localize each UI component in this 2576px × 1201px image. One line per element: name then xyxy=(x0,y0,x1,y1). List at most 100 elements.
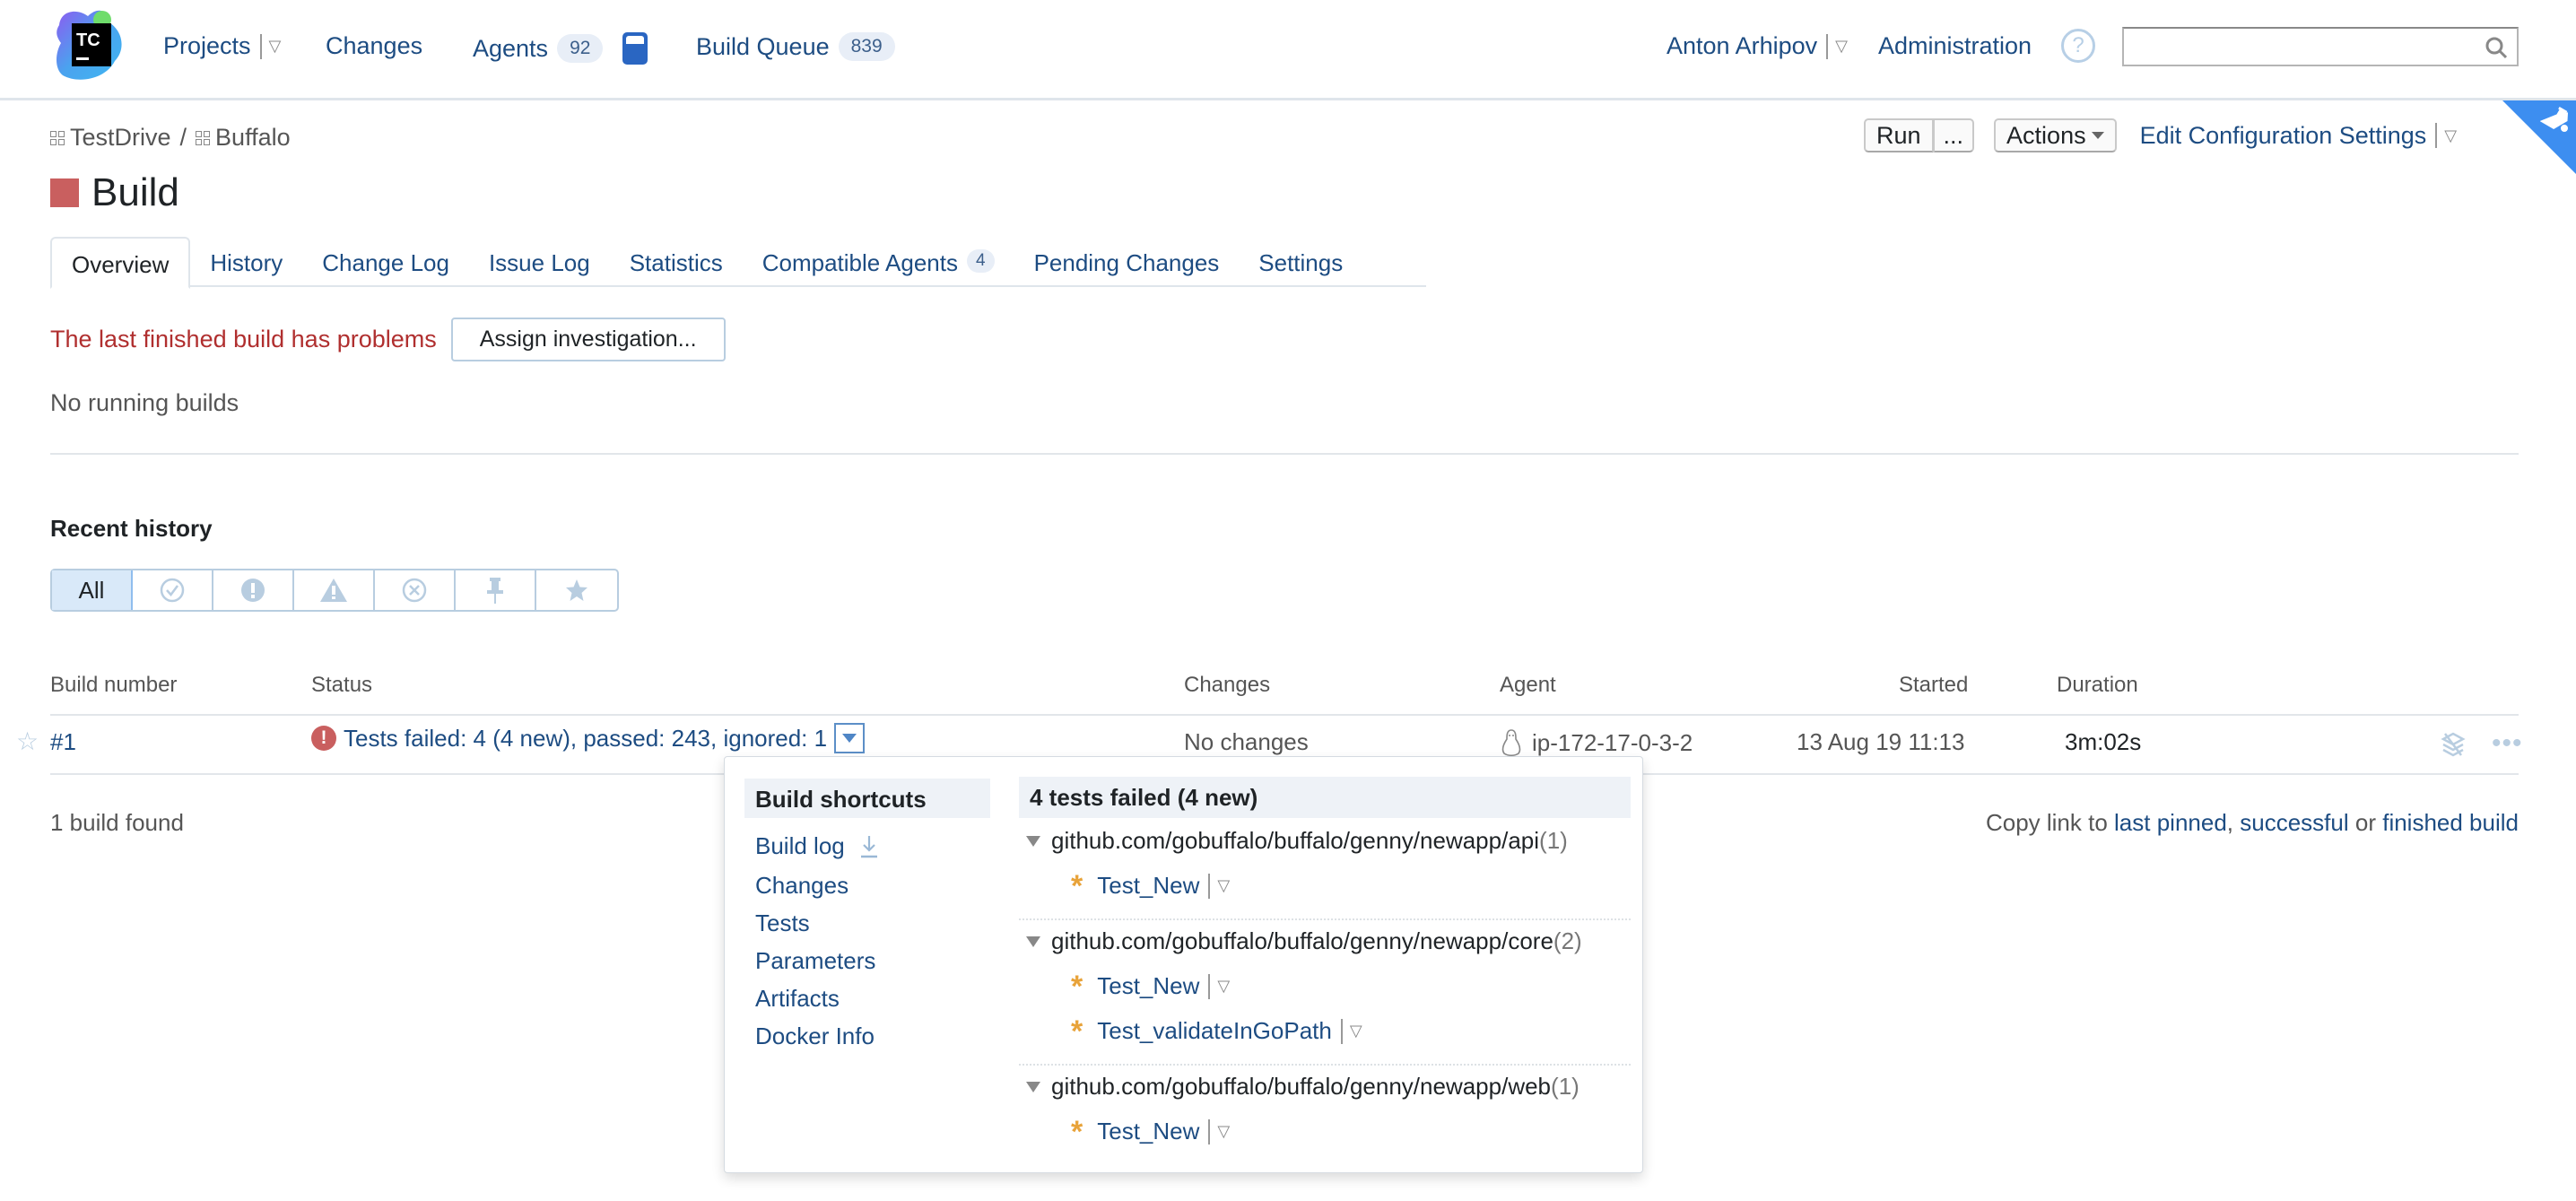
new-failure-icon: * xyxy=(1071,868,1083,903)
test-package[interactable]: github.com/gobuffalo/buffalo/genny/newap… xyxy=(1026,927,1582,955)
failed-test-item[interactable]: * Test_New ▽ xyxy=(1071,868,1230,903)
finished-build-link[interactable]: finished build xyxy=(2382,809,2519,836)
assign-investigation-button[interactable]: Assign investigation... xyxy=(450,318,726,361)
nav-agents-label[interactable]: Agents xyxy=(473,35,548,63)
shortcut-tests[interactable]: Tests xyxy=(755,909,810,937)
test-package[interactable]: github.com/gobuffalo/buffalo/genny/newap… xyxy=(1026,1073,1580,1101)
filter-problems[interactable] xyxy=(294,570,375,610)
nav-agents[interactable]: Agents 92 xyxy=(473,32,648,65)
run-custom-button[interactable]: ... xyxy=(1933,118,1975,152)
separator xyxy=(1826,33,1829,59)
tab-compatible-agents[interactable]: Compatible Agents 4 xyxy=(743,237,1014,287)
user-menu[interactable]: Anton Arhipov ▽ xyxy=(1667,32,1848,60)
tab-compatible-agents-label[interactable]: Compatible Agents xyxy=(762,249,958,277)
filter-cancelled[interactable] xyxy=(375,570,456,610)
tab-overview[interactable]: Overview xyxy=(50,237,191,289)
nav-projects-label[interactable]: Projects xyxy=(163,32,251,60)
shortcut-docker-info[interactable]: Docker Info xyxy=(755,1023,875,1050)
or-text: or xyxy=(2348,809,2383,836)
exclamation-icon xyxy=(241,579,265,602)
chevron-down-icon[interactable]: ▽ xyxy=(1350,1022,1362,1040)
expand-triangle-icon[interactable] xyxy=(1026,1081,1040,1092)
shortcut-changes[interactable]: Changes xyxy=(755,872,849,900)
actions-button[interactable]: Actions xyxy=(1994,118,2117,152)
last-pinned-link[interactable]: last pinned xyxy=(2114,809,2227,836)
build-shortcuts-title: Build shortcuts xyxy=(744,779,990,818)
table-row-changes: No changes xyxy=(1184,728,1309,755)
failed-test-item[interactable]: * Test_validateInGoPath ▽ xyxy=(1071,1016,1362,1047)
build-number-link[interactable]: #1 xyxy=(50,728,76,756)
tab-issue-log[interactable]: Issue Log xyxy=(469,237,610,287)
shortcut-build-log[interactable]: Build log xyxy=(755,832,879,860)
search-input[interactable] xyxy=(2124,29,2465,63)
filter-pinned[interactable] xyxy=(456,570,536,610)
test-name-link[interactable]: Test_New xyxy=(1097,872,1199,900)
nav-administration-label[interactable]: Administration xyxy=(1878,32,2032,60)
tab-change-log[interactable]: Change Log xyxy=(302,237,469,287)
nav-build-queue-label[interactable]: Build Queue xyxy=(696,33,830,61)
nav-administration[interactable]: Administration xyxy=(1878,32,2032,60)
tab-statistics[interactable]: Statistics xyxy=(610,237,743,287)
tab-pending-changes[interactable]: Pending Changes xyxy=(1014,237,1240,287)
filter-failed[interactable] xyxy=(213,570,294,610)
help-icon[interactable]: ? xyxy=(2061,29,2095,63)
table-row-agent[interactable]: ip-172-17-0-3-2 xyxy=(1500,728,1693,757)
star-icon[interactable]: ☆ xyxy=(16,727,39,756)
edit-configuration-link[interactable]: Edit Configuration Settings ▽ xyxy=(2140,122,2458,150)
cancel-circle-icon xyxy=(402,578,427,603)
test-name-link[interactable]: Test_validateInGoPath xyxy=(1097,1017,1332,1045)
filter-successful[interactable] xyxy=(133,570,213,610)
chevron-down-icon[interactable]: ▽ xyxy=(1835,37,1848,56)
column-build-number: Build number xyxy=(50,673,178,697)
flask-icon[interactable] xyxy=(2540,104,2571,135)
chevron-down-icon[interactable]: ▽ xyxy=(2444,126,2457,145)
shortcut-artifacts[interactable]: Artifacts xyxy=(755,985,840,1013)
teamcity-logo[interactable]: TC xyxy=(52,7,129,84)
download-icon[interactable] xyxy=(859,834,879,859)
nav-projects[interactable]: Projects ▽ xyxy=(163,32,281,60)
test-name-link[interactable]: Test_New xyxy=(1097,1118,1199,1145)
chevron-down-icon[interactable]: ▽ xyxy=(1217,977,1230,996)
edit-configuration-label[interactable]: Edit Configuration Settings xyxy=(2140,122,2427,150)
more-options-icon[interactable]: ••• xyxy=(2492,728,2523,759)
breadcrumb-testdrive[interactable]: TestDrive xyxy=(70,124,171,152)
build-status-link[interactable]: Tests failed: 4 (4 new), passed: 243, ig… xyxy=(344,725,827,753)
table-row-build-number[interactable]: #1 xyxy=(50,728,76,756)
chevron-down-icon[interactable]: ▽ xyxy=(1217,876,1230,895)
column-changes: Changes xyxy=(1184,673,1271,697)
build-details-dropdown-button[interactable] xyxy=(834,723,866,753)
run-button[interactable]: Run xyxy=(1864,118,1934,152)
filter-all[interactable]: All xyxy=(52,570,133,610)
breadcrumb-separator: / xyxy=(179,124,187,151)
chevron-down-icon[interactable]: ▽ xyxy=(269,37,282,56)
search-icon[interactable] xyxy=(2485,36,2508,59)
agent-name[interactable]: ip-172-17-0-3-2 xyxy=(1532,729,1693,757)
test-name-link[interactable]: Test_New xyxy=(1097,972,1199,1000)
package-count: (1) xyxy=(1551,1073,1580,1100)
nav-changes[interactable]: Changes xyxy=(326,32,422,60)
agents-usage-icon[interactable] xyxy=(622,32,648,65)
nav-changes-label[interactable]: Changes xyxy=(326,32,422,60)
filter-starred[interactable] xyxy=(536,570,617,610)
successful-link[interactable]: successful xyxy=(2240,809,2348,836)
user-name[interactable]: Anton Arhipov xyxy=(1667,32,1817,60)
chevron-down-icon[interactable]: ▽ xyxy=(1217,1122,1230,1141)
nav-build-queue[interactable]: Build Queue 839 xyxy=(696,32,895,61)
shortcut-parameters[interactable]: Parameters xyxy=(755,947,875,975)
project-icon xyxy=(50,130,65,145)
expand-triangle-icon[interactable] xyxy=(1026,835,1040,847)
shortcut-build-log-label[interactable]: Build log xyxy=(755,832,845,860)
separator xyxy=(1340,1018,1343,1044)
breadcrumb-buffalo[interactable]: Buffalo xyxy=(215,124,291,152)
build-details-popup: Build shortcuts Build log Changes Tests … xyxy=(724,756,1643,1173)
agents-stack-icon[interactable] xyxy=(2440,730,2467,757)
expand-triangle-icon[interactable] xyxy=(1026,936,1040,947)
test-package[interactable]: github.com/gobuffalo/buffalo/genny/newap… xyxy=(1026,827,1568,855)
failed-test-item[interactable]: * Test_New ▽ xyxy=(1071,1117,1230,1147)
tab-history[interactable]: History xyxy=(190,237,302,287)
recent-history-title: Recent history xyxy=(50,515,213,542)
new-failure-icon: * xyxy=(1071,969,1083,1004)
tab-settings[interactable]: Settings xyxy=(1239,237,1362,287)
failed-test-item[interactable]: * Test_New ▽ xyxy=(1071,969,1230,1004)
search-field[interactable] xyxy=(2122,27,2519,66)
